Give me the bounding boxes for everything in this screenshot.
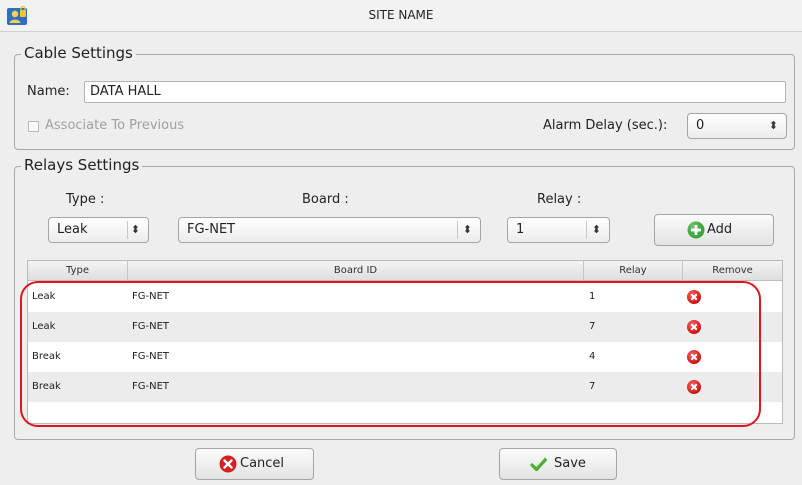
remove-circle-icon[interactable] <box>687 380 701 394</box>
board-select-value: FG-NET <box>187 222 236 237</box>
associate-label: Associate To Previous <box>45 118 185 133</box>
board-label: Board : <box>302 192 349 207</box>
spin-arrows-icon: ⬍ <box>591 223 601 236</box>
cable-settings-title: Cable Settings <box>21 44 136 62</box>
alarm-delay-value: 0 <box>696 118 705 133</box>
cell-relay: 1 <box>589 291 596 302</box>
alarm-delay-label: Alarm Delay (sec.): <box>543 118 668 133</box>
column-header-remove[interactable]: Remove <box>683 261 782 281</box>
relay-select[interactable]: 1 ⬍ <box>507 217 610 243</box>
relay-label: Relay : <box>537 192 582 207</box>
cancel-button[interactable]: Cancel <box>195 448 314 480</box>
cell-board-id: FG-NET <box>132 291 170 302</box>
table-row[interactable]: Break FG-NET 4 <box>28 342 782 372</box>
name-field-value: DATA HALL <box>90 84 161 99</box>
cancel-button-label: Cancel <box>240 456 285 471</box>
add-relay-button[interactable]: Add <box>654 214 774 246</box>
save-button[interactable]: Save <box>499 448 617 480</box>
column-header-relay[interactable]: Relay <box>584 261 683 281</box>
type-select-value: Leak <box>57 222 88 237</box>
relay-select-value: 1 <box>516 222 525 237</box>
remove-circle-icon[interactable] <box>687 290 701 304</box>
alarm-delay-select[interactable]: 0 ⬍ <box>687 113 787 139</box>
cell-board-id: FG-NET <box>132 321 170 332</box>
remove-circle-icon[interactable] <box>687 350 701 364</box>
table-row[interactable]: Leak FG-NET 1 <box>28 282 782 312</box>
add-button-label: Add <box>707 222 733 237</box>
cancel-circle-icon <box>219 455 237 473</box>
remove-circle-icon[interactable] <box>687 320 701 334</box>
checkmark-icon <box>530 457 548 472</box>
board-select[interactable]: FG-NET ⬍ <box>178 217 481 243</box>
plus-circle-icon <box>687 221 705 239</box>
spin-arrows-icon: ⬍ <box>462 223 472 236</box>
cell-relay: 4 <box>589 351 596 362</box>
cell-relay: 7 <box>589 381 596 392</box>
cell-type: Leak <box>32 291 56 302</box>
column-header-type[interactable]: Type <box>28 261 128 281</box>
cell-type: Leak <box>32 321 56 332</box>
associate-checkbox[interactable] <box>28 121 39 132</box>
type-label: Type : <box>66 192 105 207</box>
column-header-board-id[interactable]: Board ID <box>128 261 584 281</box>
type-select[interactable]: Leak ⬍ <box>48 217 149 243</box>
window-title: SITE NAME <box>368 8 434 22</box>
relays-table: Type Board ID Relay Remove Leak FG-NET 1… <box>27 260 783 424</box>
cell-relay: 7 <box>589 321 596 332</box>
table-header: Type Board ID Relay Remove <box>28 261 782 281</box>
site-settings-dialog: SITE NAME Cable Settings Name: DATA HALL… <box>0 0 802 485</box>
cell-board-id: FG-NET <box>132 381 170 392</box>
save-button-label: Save <box>554 456 586 471</box>
spin-arrows-icon: ⬍ <box>130 223 140 236</box>
name-field[interactable]: DATA HALL <box>84 81 786 103</box>
table-row[interactable]: Leak FG-NET 7 <box>28 312 782 342</box>
title-bar: SITE NAME <box>0 0 802 32</box>
spin-arrows-icon: ⬍ <box>768 119 778 132</box>
relays-settings-title: Relays Settings <box>21 156 143 174</box>
table-row[interactable]: Break FG-NET 7 <box>28 372 782 402</box>
cell-type: Break <box>32 381 61 392</box>
cell-type: Break <box>32 351 61 362</box>
name-label: Name: <box>27 84 70 99</box>
cell-board-id: FG-NET <box>132 351 170 362</box>
